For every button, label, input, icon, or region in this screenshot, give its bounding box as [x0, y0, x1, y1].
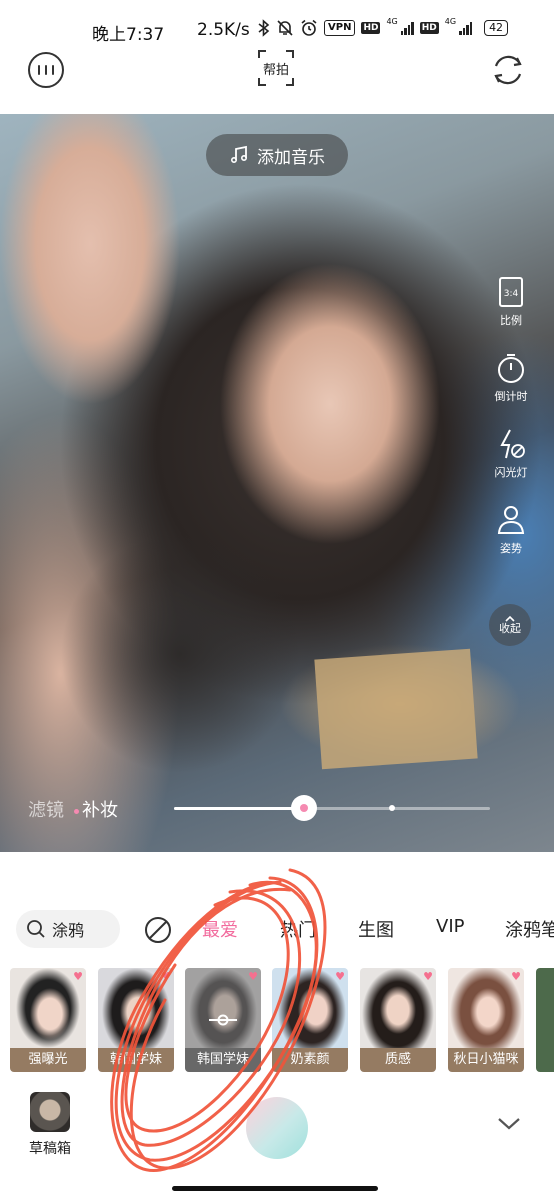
alarm-icon — [301, 19, 317, 36]
collapse-button[interactable]: 收起 — [489, 604, 531, 646]
tab-makeup-label: 补妆 — [82, 800, 118, 821]
flash-label: 闪光灯 — [494, 466, 528, 479]
no-filter-icon[interactable] — [144, 916, 172, 944]
drafts-button[interactable]: 草稿箱 — [28, 1092, 72, 1158]
frame-corner-icon — [286, 78, 294, 86]
menu-button[interactable] — [28, 52, 64, 88]
tab-raw[interactable]: 生图 — [358, 916, 394, 942]
filter-search-button[interactable]: 涂鸦 — [16, 910, 120, 948]
battery-indicator: 42 — [484, 20, 509, 36]
favorite-heart-icon: ♥ — [335, 970, 345, 983]
status-time: 晚上7:37 — [92, 25, 165, 45]
filter-thumb-korean-junior[interactable]: ♥ 韩国学妹 — [98, 968, 174, 1072]
frame-corner-icon — [258, 78, 266, 86]
drafts-label: 草稿箱 — [29, 1141, 71, 1157]
signal-icon-1 — [400, 21, 414, 35]
filter-thumb-natural[interactable]: ♥ 奶素颜 — [272, 968, 348, 1072]
menu-dots-icon — [52, 65, 54, 75]
filter-thumbnails: ♥ 强曝光 ♥ 韩国学妹 ♥ 韩国学妹 ♥ 奶素颜 ♥ 质感 ♥ 秋日小猫咪 — [0, 968, 554, 1072]
preview-arm-shape — [0, 114, 190, 414]
frame-corner-icon — [286, 50, 294, 58]
help-shoot-label: 帮拍 — [262, 62, 289, 78]
menu-dots-icon — [45, 65, 47, 75]
network-type-1: 4G — [386, 16, 398, 26]
filter-thumb-autumn-kitten[interactable]: ♥ 秋日小猫咪 — [448, 968, 524, 1072]
preview-shirt-shape — [60, 534, 300, 774]
help-shoot-button[interactable]: 帮拍 — [258, 50, 294, 86]
filter-thumb-partial[interactable] — [536, 968, 554, 1072]
preview-box-shape — [314, 648, 478, 770]
draft-thumbnail — [30, 1092, 70, 1132]
collapse-label: 收起 — [499, 622, 521, 635]
timer-label: 倒计时 — [494, 390, 528, 403]
intensity-default-mark — [389, 805, 395, 811]
intensity-slider[interactable] — [174, 795, 490, 821]
camera-top-toolbar: 帮拍 — [0, 46, 554, 114]
music-note-icon — [230, 145, 248, 164]
add-music-button[interactable]: 添加音乐 — [206, 134, 348, 176]
filter-search-label: 涂鸦 — [52, 921, 85, 940]
ratio-label: 比例 — [500, 314, 522, 327]
filter-thumb-label: 奶素颜 — [272, 1048, 348, 1072]
filter-mode-tabs: 滤镜 补妆 — [28, 796, 118, 822]
tab-vip[interactable]: VIP — [436, 916, 464, 937]
mute-bell-icon — [277, 20, 293, 36]
tab-favorites[interactable]: 最爱 — [202, 916, 238, 942]
intensity-slider-knob[interactable] — [291, 795, 317, 821]
filter-thumb-label: 质感 — [360, 1048, 436, 1072]
favorite-heart-icon: ♥ — [511, 970, 521, 983]
frame-corner-icon — [258, 50, 266, 58]
filter-thumb-label: 韩国学妹 — [98, 1048, 174, 1072]
status-net-speed: 2.5K/s — [197, 20, 250, 40]
filter-thumb-strong-exposure[interactable]: ♥ 强曝光 — [10, 968, 86, 1072]
flash-off-icon — [500, 429, 525, 459]
pose-icon — [497, 506, 525, 534]
menu-dots-icon — [38, 65, 40, 75]
add-music-label: 添加音乐 — [257, 147, 325, 168]
filter-preview-image — [536, 968, 554, 1072]
filter-thumb-texture[interactable]: ♥ 质感 — [360, 968, 436, 1072]
filter-category-tabs: 涂鸦 最爱 热门 生图 VIP 涂鸦笔 — [0, 908, 554, 950]
adjust-slider-icon — [209, 1014, 237, 1026]
tab-makeup[interactable]: 补妆 — [74, 796, 118, 822]
flip-camera-icon[interactable] — [488, 50, 528, 90]
intensity-slider-fill — [174, 807, 304, 810]
tab-doodle-pen[interactable]: 涂鸦笔 — [505, 916, 554, 942]
favorite-heart-icon: ♥ — [248, 970, 258, 983]
filter-thumb-label: 韩国学妹 — [185, 1048, 261, 1072]
status-bar: 晚上7:37 2.5K/s VPN HD 4G HD 4G 42 — [0, 0, 554, 46]
pose-label: 姿势 — [500, 542, 522, 555]
ratio-tool[interactable]: 3:4 比例 — [498, 276, 524, 342]
filter-thumb-korean-junior-selected[interactable]: ♥ 韩国学妹 — [185, 968, 261, 1072]
bluetooth-icon — [258, 19, 270, 37]
search-icon — [27, 920, 45, 938]
home-indicator[interactable] — [172, 1186, 378, 1191]
network-type-2: 4G — [444, 16, 457, 26]
timer-tool[interactable]: 倒计时 — [495, 352, 528, 418]
favorite-heart-icon: ♥ — [423, 970, 433, 983]
signal-icon-2 — [459, 21, 473, 35]
active-dot-icon — [74, 809, 79, 814]
side-tools: 3:4 比例 倒计时 闪光灯 姿势 — [488, 276, 534, 580]
vpn-badge: VPN — [324, 20, 356, 36]
flash-tool[interactable]: 闪光灯 — [495, 428, 528, 494]
chevron-down-icon[interactable] — [496, 1114, 522, 1132]
ratio-icon: 3:4 — [499, 277, 523, 307]
tab-filter[interactable]: 滤镜 — [28, 796, 64, 822]
favorite-heart-icon: ♥ — [161, 970, 171, 983]
filter-thumb-label: 秋日小猫咪 — [448, 1048, 524, 1072]
favorite-heart-icon: ♥ — [73, 970, 83, 983]
tab-hot[interactable]: 热门 — [280, 916, 316, 942]
camera-preview[interactable]: 添加音乐 3:4 比例 倒计时 闪光灯 姿势 收起 滤镜 补妆 — [0, 114, 554, 852]
filter-thumb-label: 强曝光 — [10, 1048, 86, 1072]
status-icons: VPN HD 4G HD 4G 42 — [258, 16, 509, 37]
timer-icon — [498, 354, 524, 383]
shutter-button[interactable] — [246, 1097, 308, 1159]
pose-tool[interactable]: 姿势 — [496, 504, 526, 570]
hd-badge-2: HD — [419, 22, 439, 34]
svg-text:3:4: 3:4 — [504, 289, 519, 299]
hd-badge-1: HD — [361, 22, 381, 34]
